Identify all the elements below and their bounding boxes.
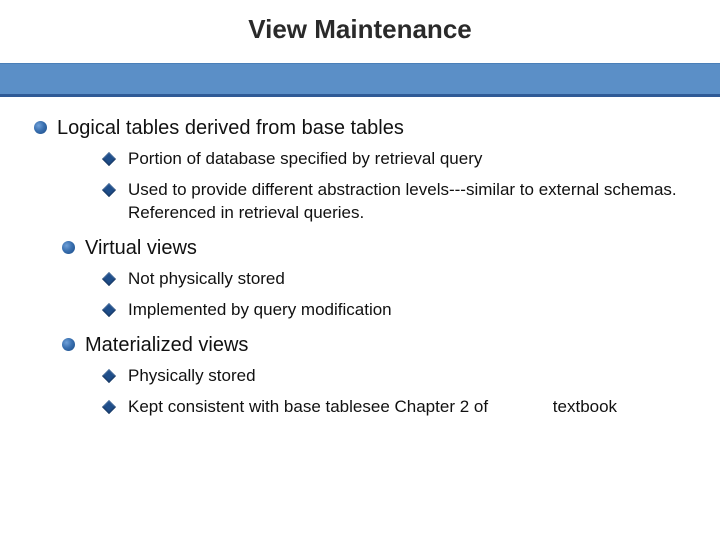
diamond-bullet-icon: [102, 272, 116, 286]
diamond-bullet-icon: [102, 369, 116, 383]
level2-text-main: Kept consistent with base tablesee Chapt…: [128, 397, 488, 416]
diamond-bullet-icon: [102, 183, 116, 197]
sub-list: Physically stored Kept consistent with b…: [104, 365, 700, 419]
level2-text-tail: textbook: [553, 397, 617, 416]
level1-text: Virtual views: [85, 235, 197, 262]
sub-list: Not physically stored Implemented by que…: [104, 268, 700, 322]
level2-text: Implemented by query modification: [128, 299, 392, 322]
level1-text: Materialized views: [85, 332, 248, 359]
level2-text: Not physically stored: [128, 268, 285, 291]
bullet-level2: Not physically stored: [104, 268, 700, 291]
disc-bullet-icon: [34, 121, 47, 134]
diamond-bullet-icon: [102, 152, 116, 166]
diamond-bullet-icon: [102, 400, 116, 414]
bullet-level1: Logical tables derived from base tables: [34, 115, 700, 142]
level2-text: Physically stored: [128, 365, 256, 388]
level1-text: Logical tables derived from base tables: [57, 115, 404, 142]
level2-text: Portion of database specified by retriev…: [128, 148, 482, 171]
level2-text: Used to provide different abstraction le…: [128, 179, 700, 225]
bullet-level2: Portion of database specified by retriev…: [104, 148, 700, 171]
disc-bullet-icon: [62, 241, 75, 254]
bullet-level2: Physically stored: [104, 365, 700, 388]
disc-bullet-icon: [62, 338, 75, 351]
bullet-level2: Used to provide different abstraction le…: [104, 179, 700, 225]
header-band: [0, 63, 720, 97]
diamond-bullet-icon: [102, 303, 116, 317]
bullet-level1: Virtual views: [62, 235, 700, 262]
sub-list: Portion of database specified by retriev…: [104, 148, 700, 225]
slide-body: Logical tables derived from base tables …: [0, 97, 720, 419]
slide-title: View Maintenance: [0, 14, 720, 63]
bullet-level1: Materialized views: [62, 332, 700, 359]
level2-text: Kept consistent with base tablesee Chapt…: [128, 396, 617, 419]
bullet-level2: Implemented by query modification: [104, 299, 700, 322]
bullet-level2: Kept consistent with base tablesee Chapt…: [104, 396, 700, 419]
